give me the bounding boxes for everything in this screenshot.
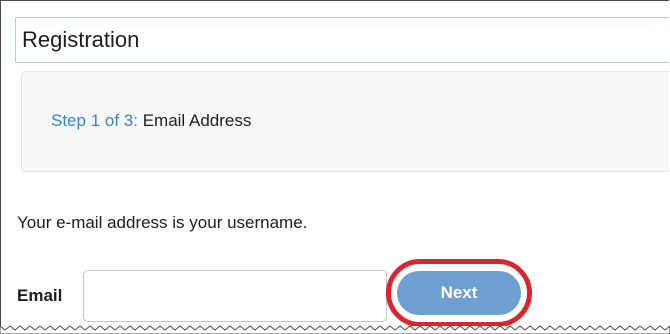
email-field[interactable] [83,270,387,322]
step-indicator-panel: Step 1 of 3: Email Address [21,71,669,172]
page-title: Registration [22,27,140,52]
username-help-text: Your e-mail address is your username. [17,213,308,232]
step-progress-label: Step 1 of 3: [51,111,138,130]
torn-edge-decoration [0,325,670,334]
step-indicator: Step 1 of 3: Email Address [51,111,251,131]
email-label: Email [17,286,63,305]
next-button[interactable]: Next [397,271,521,315]
title-bar: Registration [15,17,669,63]
step-name: Email Address [142,111,252,130]
screenshot-frame: Registration Step 1 of 3: Email Address … [0,0,669,326]
